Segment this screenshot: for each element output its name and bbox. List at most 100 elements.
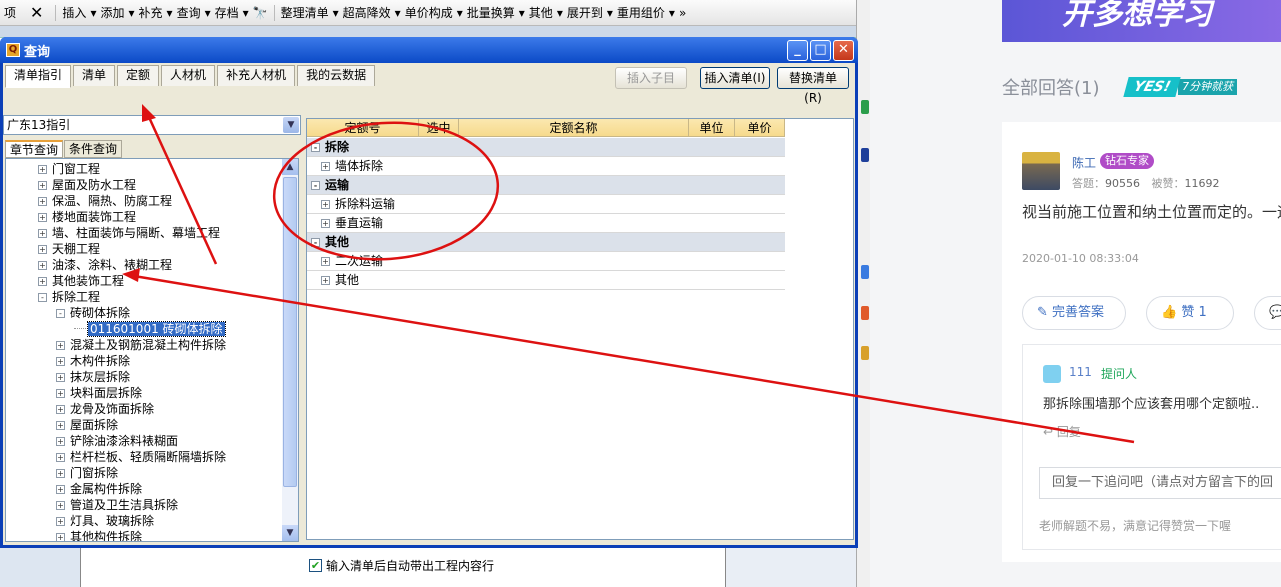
side-icon[interactable] [861,306,869,320]
followup-user[interactable]: 111 [1069,365,1092,379]
expand-icon[interactable]: + [56,485,65,494]
side-icon[interactable] [861,265,869,279]
expand-icon[interactable]: + [56,405,65,414]
col-unit[interactable]: 单位 [689,119,735,137]
expand-icon[interactable]: + [321,276,330,285]
tab-quota[interactable]: 定额 [117,65,160,86]
expand-icon[interactable]: + [38,261,47,270]
scroll-down-icon[interactable]: ▼ [282,525,298,541]
tree-node[interactable]: + 栏杆栏板、轻质隔断隔墙拆除 [56,449,226,465]
toolbar-high-reduction[interactable]: 超高降效 [339,2,395,24]
grid-group-row[interactable]: - 运输 [307,176,785,195]
tree-node[interactable]: + 墙、柱面装饰与隔断、幕墙工程 [38,225,220,241]
tree-node[interactable]: + 龙骨及饰面拆除 [56,401,154,417]
expand-icon[interactable]: + [56,517,65,526]
tree-node[interactable]: + 抹灰层拆除 [56,369,130,385]
answer-user[interactable]: 陈工 [1072,154,1096,171]
tab-list[interactable]: 清单 [73,65,116,86]
grid-row[interactable]: + 垂直运输 [307,214,785,233]
tree-node[interactable]: + 混凝土及钢筋混凝土构件拆除 [56,337,226,353]
close-icon[interactable]: ✕ [20,2,53,24]
minimize-icon[interactable]: _ [787,40,808,61]
tree-node[interactable]: + 保温、隔热、防腐工程 [38,193,172,209]
side-icon[interactable] [861,346,869,360]
scroll-up-icon[interactable]: ▲ [282,159,298,175]
tree-node[interactable]: + 楼地面装饰工程 [38,209,136,225]
toolbar-insert[interactable]: 插入 [58,2,90,24]
tree-node[interactable]: + 门窗拆除 [56,465,118,481]
scroll-thumb[interactable] [283,177,297,487]
col-quota-name[interactable]: 定额名称 [459,119,689,137]
col-unit-price[interactable]: 单价 [735,119,785,137]
tree-node[interactable]: + 木构件拆除 [56,353,130,369]
replace-list-button[interactable]: 替换清单(R) [777,67,849,105]
grid-group-row[interactable]: - 拆除 [307,138,785,157]
tree-node[interactable]: + 屋面拆除 [56,417,118,433]
insert-list-button[interactable]: 插入清单(I) [700,67,770,89]
tree-node[interactable]: + 铲除油漆涂料裱糊面 [56,433,178,449]
tree-node[interactable]: - 砖砌体拆除 [56,305,130,321]
side-icon[interactable] [861,100,869,114]
close-icon[interactable]: ✕ [833,40,854,61]
tree-node[interactable]: + 门窗工程 [38,161,100,177]
expand-icon[interactable]: + [56,501,65,510]
toolbar-organize-list[interactable]: 整理清单 [277,2,333,24]
insert-child-button[interactable]: 插入子目 [615,67,687,89]
side-icon[interactable] [861,148,869,162]
guide-select[interactable]: 广东13指引 ▼ [3,115,301,135]
collapse-icon[interactable]: - [38,293,47,302]
expand-icon[interactable]: + [38,213,47,222]
expand-icon[interactable]: + [56,533,65,541]
tab-supplement-material[interactable]: 补充人材机 [217,65,296,86]
expand-icon[interactable]: + [38,245,47,254]
comment-button[interactable]: 💬 [1254,296,1281,330]
avatar[interactable] [1022,152,1060,190]
expand-icon[interactable]: + [38,181,47,190]
tree-node[interactable]: - 拆除工程 [38,289,100,305]
like-button[interactable]: 👍 赞 1 [1146,296,1234,330]
improve-answer-button[interactable]: ✎ 完善答案 [1022,296,1126,330]
toolbar-unit-price[interactable]: 单价构成 [401,2,457,24]
tree-node[interactable]: + 块料面层拆除 [56,385,142,401]
toolbar-supplement[interactable]: 补充 [135,2,167,24]
expand-icon[interactable]: + [56,453,65,462]
auto-fill-option[interactable]: ✔ 输入清单后自动带出工程内容行 [309,557,494,574]
maximize-icon[interactable]: □ [810,40,831,61]
tree-node[interactable]: 011601001 砖砌体拆除 [74,321,226,337]
collapse-icon[interactable]: - [56,309,65,318]
toolbar-query[interactable]: 查询 [173,2,205,24]
col-selected[interactable]: 选中 [419,119,459,137]
auto-fill-checkbox[interactable]: ✔ [309,559,322,572]
tab-labor-material[interactable]: 人材机 [161,65,216,86]
tab-chapter-query[interactable]: 章节查询 [5,140,64,158]
grid-group-row[interactable]: - 其他 [307,233,785,252]
expand-icon[interactable]: + [56,389,65,398]
tree-node[interactable]: + 灯具、玻璃拆除 [56,513,154,529]
expand-icon[interactable]: + [56,357,65,366]
grid-row[interactable]: + 墙体拆除 [307,157,785,176]
reply-link[interactable]: ↩ 回复 [1043,423,1081,440]
binoculars-icon[interactable]: 🔭 [249,2,272,24]
col-quota-code[interactable]: 定额号 [307,119,419,137]
collapse-icon[interactable]: - [311,181,320,190]
expand-icon[interactable]: + [56,373,65,382]
toolbar-reuse-price[interactable]: 重用组价 [613,2,669,24]
toolbar-archive[interactable]: 存档 [211,2,243,24]
expand-icon[interactable]: + [56,437,65,446]
toolbar-other[interactable]: 其他 [525,2,557,24]
expand-icon[interactable]: + [321,162,330,171]
grid-row[interactable]: + 拆除料运输 [307,195,785,214]
tree-node[interactable]: + 管道及卫生洁具拆除 [56,497,178,513]
expand-icon[interactable]: + [56,341,65,350]
expand-icon[interactable]: + [38,277,47,286]
tab-list-guide[interactable]: 清单指引 [5,65,72,88]
toolbar-batch-convert[interactable]: 批量换算 [463,2,519,24]
toolbar-expand-to[interactable]: 展开到 [563,2,607,24]
tree-node[interactable]: + 屋面及防水工程 [38,177,136,193]
tree-scrollbar[interactable]: ▲ ▼ [282,159,298,541]
tab-condition-query[interactable]: 条件查询 [64,140,123,158]
grid-row[interactable]: + 二次运输 [307,252,785,271]
toolbar-overflow[interactable]: » [675,2,690,24]
expand-icon[interactable]: + [321,219,330,228]
tree-node[interactable]: + 金属构件拆除 [56,481,142,497]
